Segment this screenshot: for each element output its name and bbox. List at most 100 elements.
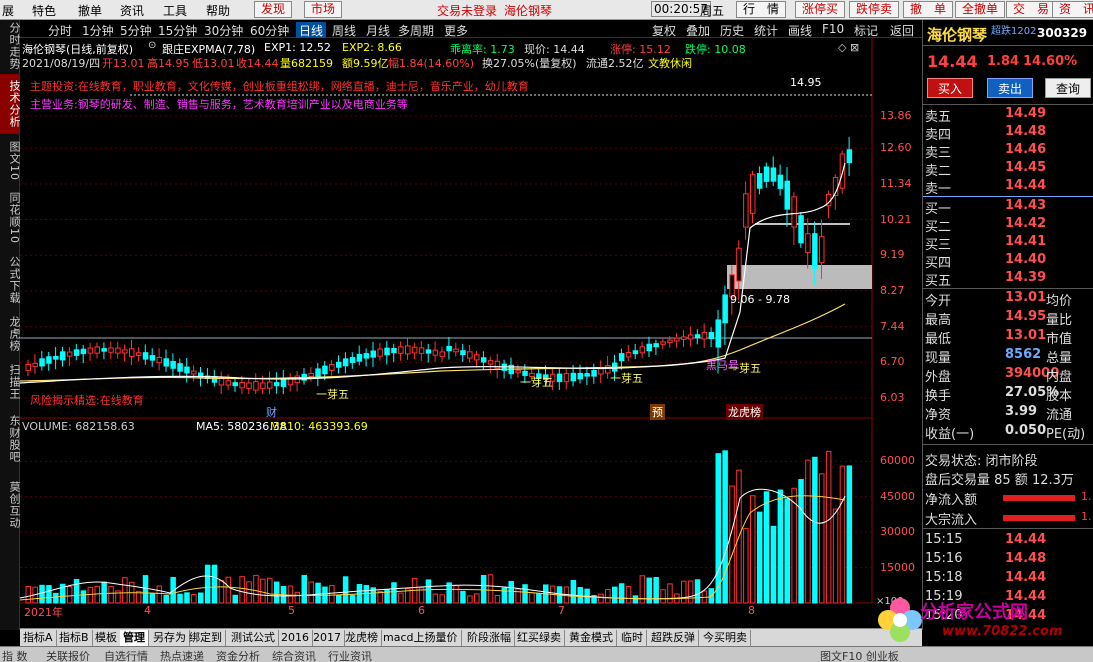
tab-scanner[interactable]: 扫描王: [0, 360, 21, 404]
volume-bar: [80, 590, 87, 604]
period-30min[interactable]: 30分钟: [204, 22, 243, 39]
formula-tab[interactable]: 阶段涨幅: [464, 630, 515, 646]
buy-button[interactable]: 买入: [927, 78, 973, 98]
period-60min[interactable]: 60分钟: [250, 22, 289, 39]
tool-back[interactable]: 返回: [890, 22, 914, 39]
period-weekly[interactable]: 周线: [332, 22, 356, 39]
find-button[interactable]: 发现: [254, 1, 293, 18]
tab-interaction[interactable]: 莫创互动: [0, 474, 21, 536]
formula-tab[interactable]: 龙虎榜: [342, 630, 382, 646]
menu-expand[interactable]: 展: [2, 2, 14, 19]
tool-overlay[interactable]: 叠加: [686, 22, 710, 39]
price-tick: 7.44: [880, 319, 905, 333]
bid-price[interactable]: 14.40: [1005, 252, 1046, 267]
ask-price[interactable]: 14.48: [1005, 124, 1046, 139]
status-item[interactable]: 指 数: [2, 648, 28, 662]
tab-formula-download[interactable]: 公式下载: [0, 252, 21, 308]
period-intraday[interactable]: 分时: [48, 22, 72, 39]
tab-technical[interactable]: 技术分析: [0, 74, 21, 134]
sell-button[interactable]: 卖出: [987, 78, 1033, 98]
market-button[interactable]: 市场: [304, 1, 343, 18]
formula-tab[interactable]: 管理: [120, 630, 149, 646]
tool-stats[interactable]: 统计: [754, 22, 778, 39]
tag-dragon-list[interactable]: 龙虎榜: [726, 404, 763, 420]
ask-price[interactable]: 14.44: [1005, 178, 1046, 193]
bid-price[interactable]: 14.43: [1005, 198, 1046, 213]
ask-label: 卖三: [925, 146, 952, 161]
volume-bar: [246, 581, 252, 604]
candle-body: [60, 351, 66, 361]
ask-price[interactable]: 14.49: [1005, 106, 1046, 121]
limit-up-buy-button[interactable]: 涨停买: [795, 1, 846, 18]
ask-price[interactable]: 14.46: [1005, 142, 1046, 157]
bid-price[interactable]: 14.42: [1005, 216, 1046, 231]
quote-button[interactable]: 行 情: [736, 1, 787, 18]
tag-finance[interactable]: 财: [266, 404, 277, 420]
period-more[interactable]: 更多: [444, 22, 468, 39]
menu-features[interactable]: 特色: [32, 2, 56, 19]
formula-tab[interactable]: macd上扬量价: [380, 630, 462, 646]
formula-tab[interactable]: 模板: [92, 630, 121, 646]
formula-tab[interactable]: 超跌反弹: [648, 630, 699, 646]
tab-graphic[interactable]: 图文10: [0, 138, 21, 184]
collapse-icon[interactable]: ⊙: [148, 40, 156, 51]
period-5min[interactable]: 5分钟: [120, 22, 152, 39]
formula-tab[interactable]: 今买明卖: [700, 630, 751, 646]
status-item[interactable]: 热点速递: [160, 648, 204, 662]
tab-forum[interactable]: 东财股吧: [0, 408, 21, 470]
candle-body: [694, 334, 701, 339]
bid-price[interactable]: 14.41: [1005, 234, 1046, 249]
trade-button[interactable]: 交 易: [1006, 1, 1057, 18]
tool-history[interactable]: 历史: [720, 22, 744, 39]
formula-tab[interactable]: 指标A: [20, 630, 57, 646]
tab-dragon-tiger[interactable]: 龙虎榜: [0, 312, 21, 356]
tool-mark[interactable]: 标记: [854, 22, 878, 39]
kline-chart-area[interactable]: 海伦钢琴(日线,前复权) ⊙ 跟庄EXPMA(7,78) EXP1: 12.52…: [20, 38, 922, 630]
tool-adjust[interactable]: 复权: [652, 22, 676, 39]
tab-intraday[interactable]: 分时走势: [0, 22, 21, 70]
formula-tab[interactable]: 红买绿卖: [514, 630, 565, 646]
ask-price[interactable]: 14.45: [1005, 160, 1046, 175]
formula-tab[interactable]: 临时: [618, 630, 647, 646]
candle-body: [260, 382, 266, 389]
turnover-label: 换27.05%(量复权): [482, 57, 577, 70]
period-daily[interactable]: 日线: [296, 22, 327, 39]
status-item[interactable]: 关联报价: [46, 648, 90, 662]
menu-news[interactable]: 资讯: [120, 2, 144, 19]
volume-bar: [729, 485, 735, 604]
status-item[interactable]: 综合资讯: [272, 648, 316, 662]
menu-tools[interactable]: 工具: [163, 2, 187, 19]
formula-tab[interactable]: 绑定到: [186, 630, 226, 646]
tag-forecast[interactable]: 预: [650, 404, 665, 420]
formula-tab[interactable]: 另存为: [150, 630, 190, 646]
formula-tab[interactable]: 2016: [278, 630, 313, 646]
bid-price[interactable]: 14.39: [1005, 270, 1046, 285]
status-item[interactable]: 自选行情: [104, 648, 148, 662]
status-item[interactable]: 资金分析: [216, 648, 260, 662]
formula-tab[interactable]: 2017: [310, 630, 345, 646]
news-button[interactable]: 资 讯: [1052, 1, 1093, 18]
query-button[interactable]: 查询: [1045, 78, 1091, 98]
cancel-button[interactable]: 撤 单: [903, 1, 954, 18]
menu-cancel-order[interactable]: 撤单: [78, 2, 102, 19]
limit-down-sell-button[interactable]: 跌停卖: [849, 1, 900, 18]
formula-tab[interactable]: 指标B: [56, 630, 93, 646]
formula-tab[interactable]: 黄金模式: [566, 630, 617, 646]
menu-help[interactable]: 帮助: [206, 2, 230, 19]
cancel-all-button[interactable]: 全撤单: [955, 1, 1006, 18]
period-multi[interactable]: 多周期: [398, 22, 434, 39]
range-note: 9.06 - 9.78: [730, 293, 790, 306]
tool-f10[interactable]: F10: [822, 22, 844, 36]
period-15min[interactable]: 15分钟: [158, 22, 197, 39]
status-item[interactable]: 图文F10 创业板: [820, 648, 899, 662]
period-monthly[interactable]: 月线: [366, 22, 390, 39]
window-toggle-icon[interactable]: ◇ ⊠: [838, 41, 859, 54]
kline-chart[interactable]: [20, 38, 922, 630]
tool-draw[interactable]: 画线: [788, 22, 812, 39]
period-1min[interactable]: 1分钟: [82, 22, 114, 39]
volume-bar: [253, 574, 259, 604]
formula-tab[interactable]: 测试公式: [228, 630, 279, 646]
tab-ths[interactable]: 同花顺10: [0, 188, 21, 248]
ask-row: 卖二 14.45: [925, 160, 1093, 179]
status-item[interactable]: 行业资讯: [328, 648, 372, 662]
